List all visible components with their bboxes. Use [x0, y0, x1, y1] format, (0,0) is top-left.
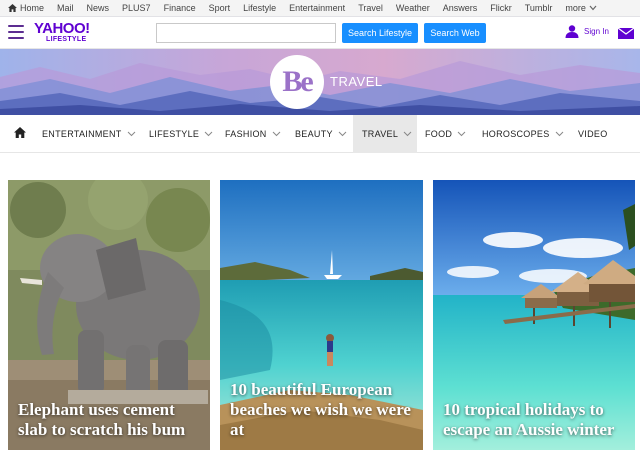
be-logo[interactable]: Be: [270, 55, 324, 109]
topbar-link-travel[interactable]: Travel: [358, 3, 383, 13]
chevron-down-icon: [272, 131, 280, 137]
nav-item-horoscopes[interactable]: HOROSCOPES: [482, 115, 564, 153]
topbar-link-label: Tumblr: [524, 3, 553, 13]
topbar-link-mail[interactable]: Mail: [57, 3, 74, 13]
topbar-link-label: News: [86, 3, 110, 13]
topbar-link-home[interactable]: Home: [8, 3, 44, 13]
logo-brand: YAHOO!: [34, 20, 90, 37]
topbar-link-finance[interactable]: Finance: [164, 3, 196, 13]
topbar-link-tumblr[interactable]: Tumblr: [525, 3, 553, 13]
article-card[interactable]: Elephant uses cement slab to scratch his…: [8, 180, 210, 450]
nav-item-video[interactable]: VIDEO: [578, 115, 608, 153]
topbar-link-label: Entertainment: [289, 3, 346, 13]
nav-item-lifestyle[interactable]: LIFESTYLE: [149, 115, 213, 153]
article-headline[interactable]: 10 beautiful European beaches we wish we…: [230, 380, 415, 440]
topbar-link-label: Weather: [395, 3, 430, 13]
search-lifestyle-button[interactable]: Search Lifestyle: [342, 23, 418, 43]
topbar-link-plus7[interactable]: PLUS7: [122, 3, 151, 13]
topbar-link-label: Home: [20, 3, 45, 13]
topbar-link-label: Sport: [208, 3, 231, 13]
search-input[interactable]: [156, 23, 336, 43]
topbar-link-label: Flickr: [490, 3, 512, 13]
section-title: TRAVEL: [330, 74, 383, 89]
article-headline[interactable]: 10 tropical holidays to escape an Aussie…: [443, 400, 627, 440]
nav-item-label: HOROSCOPES: [482, 129, 550, 139]
article-card[interactable]: 10 tropical holidays to escape an Aussie…: [433, 180, 635, 450]
home-icon[interactable]: [14, 127, 26, 138]
nav-item-label: VIDEO: [578, 129, 608, 139]
chevron-down-icon: [338, 131, 347, 137]
site-header: YAHOO! LIFESTYLE Search Lifestyle Search…: [0, 17, 640, 49]
topbar-more-menu[interactable]: more: [565, 3, 597, 13]
topbar-link-label: more: [565, 3, 586, 13]
user-icon: [565, 25, 579, 38]
topbar-link-entertainment[interactable]: Entertainment: [289, 3, 345, 13]
nav-item-travel[interactable]: TRAVEL: [353, 115, 417, 153]
nav-item-label: BEAUTY: [295, 129, 333, 139]
article-card[interactable]: 10 beautiful European beaches we wish we…: [220, 180, 423, 450]
article-headline[interactable]: Elephant uses cement slab to scratch his…: [18, 400, 202, 440]
section-banner: Be TRAVEL: [0, 49, 640, 115]
topbar-link-flickr[interactable]: Flickr: [490, 3, 512, 13]
search-web-button[interactable]: Search Web: [424, 23, 486, 43]
mail-icon[interactable]: [618, 28, 634, 39]
chevron-down-icon: [403, 131, 412, 137]
top-utility-bar: Home Mail News PLUS7 Finance Sport Lifes…: [0, 0, 640, 17]
nav-item-label: TRAVEL: [362, 129, 399, 139]
topbar-link-label: Answers: [442, 3, 478, 13]
sign-in-link[interactable]: Sign In: [565, 25, 609, 38]
topbar-link-label: Lifestyle: [243, 3, 277, 13]
chevron-down-icon: [555, 131, 563, 137]
sign-in-label: Sign In: [584, 27, 609, 36]
topbar-link-answers[interactable]: Answers: [443, 3, 478, 13]
nav-item-beauty[interactable]: BEAUTY: [295, 115, 347, 153]
topbar-link-label: Finance: [163, 3, 196, 13]
topbar-link-sport[interactable]: Sport: [209, 3, 231, 13]
chevron-down-icon: [127, 131, 135, 137]
nav-item-label: ENTERTAINMENT: [42, 129, 122, 139]
nav-item-food[interactable]: FOOD: [425, 115, 466, 153]
nav-item-label: FASHION: [225, 129, 267, 139]
home-icon: [8, 4, 17, 12]
nav-item-label: LIFESTYLE: [149, 129, 200, 139]
nav-item-fashion[interactable]: FASHION: [225, 115, 281, 153]
chevron-down-icon: [589, 5, 597, 11]
yahoo-lifestyle-logo[interactable]: YAHOO! LIFESTYLE: [34, 20, 96, 44]
chevron-down-icon: [204, 131, 213, 137]
topbar-link-lifestyle[interactable]: Lifestyle: [243, 3, 276, 13]
topbar-link-weather[interactable]: Weather: [396, 3, 430, 13]
nav-item-label: FOOD: [425, 129, 453, 139]
topbar-link-news[interactable]: News: [87, 3, 110, 13]
topbar-link-label: PLUS7: [122, 3, 151, 13]
nav-item-entertainment[interactable]: ENTERTAINMENT: [42, 115, 136, 153]
topbar-link-label: Mail: [57, 3, 74, 13]
menu-icon[interactable]: [8, 25, 24, 39]
logo-sub: LIFESTYLE: [46, 36, 87, 43]
topbar-link-label: Travel: [358, 3, 383, 13]
chevron-down-icon: [457, 131, 466, 137]
category-nav: ENTERTAINMENT LIFESTYLE FASHION BEAUTY T…: [0, 115, 640, 153]
